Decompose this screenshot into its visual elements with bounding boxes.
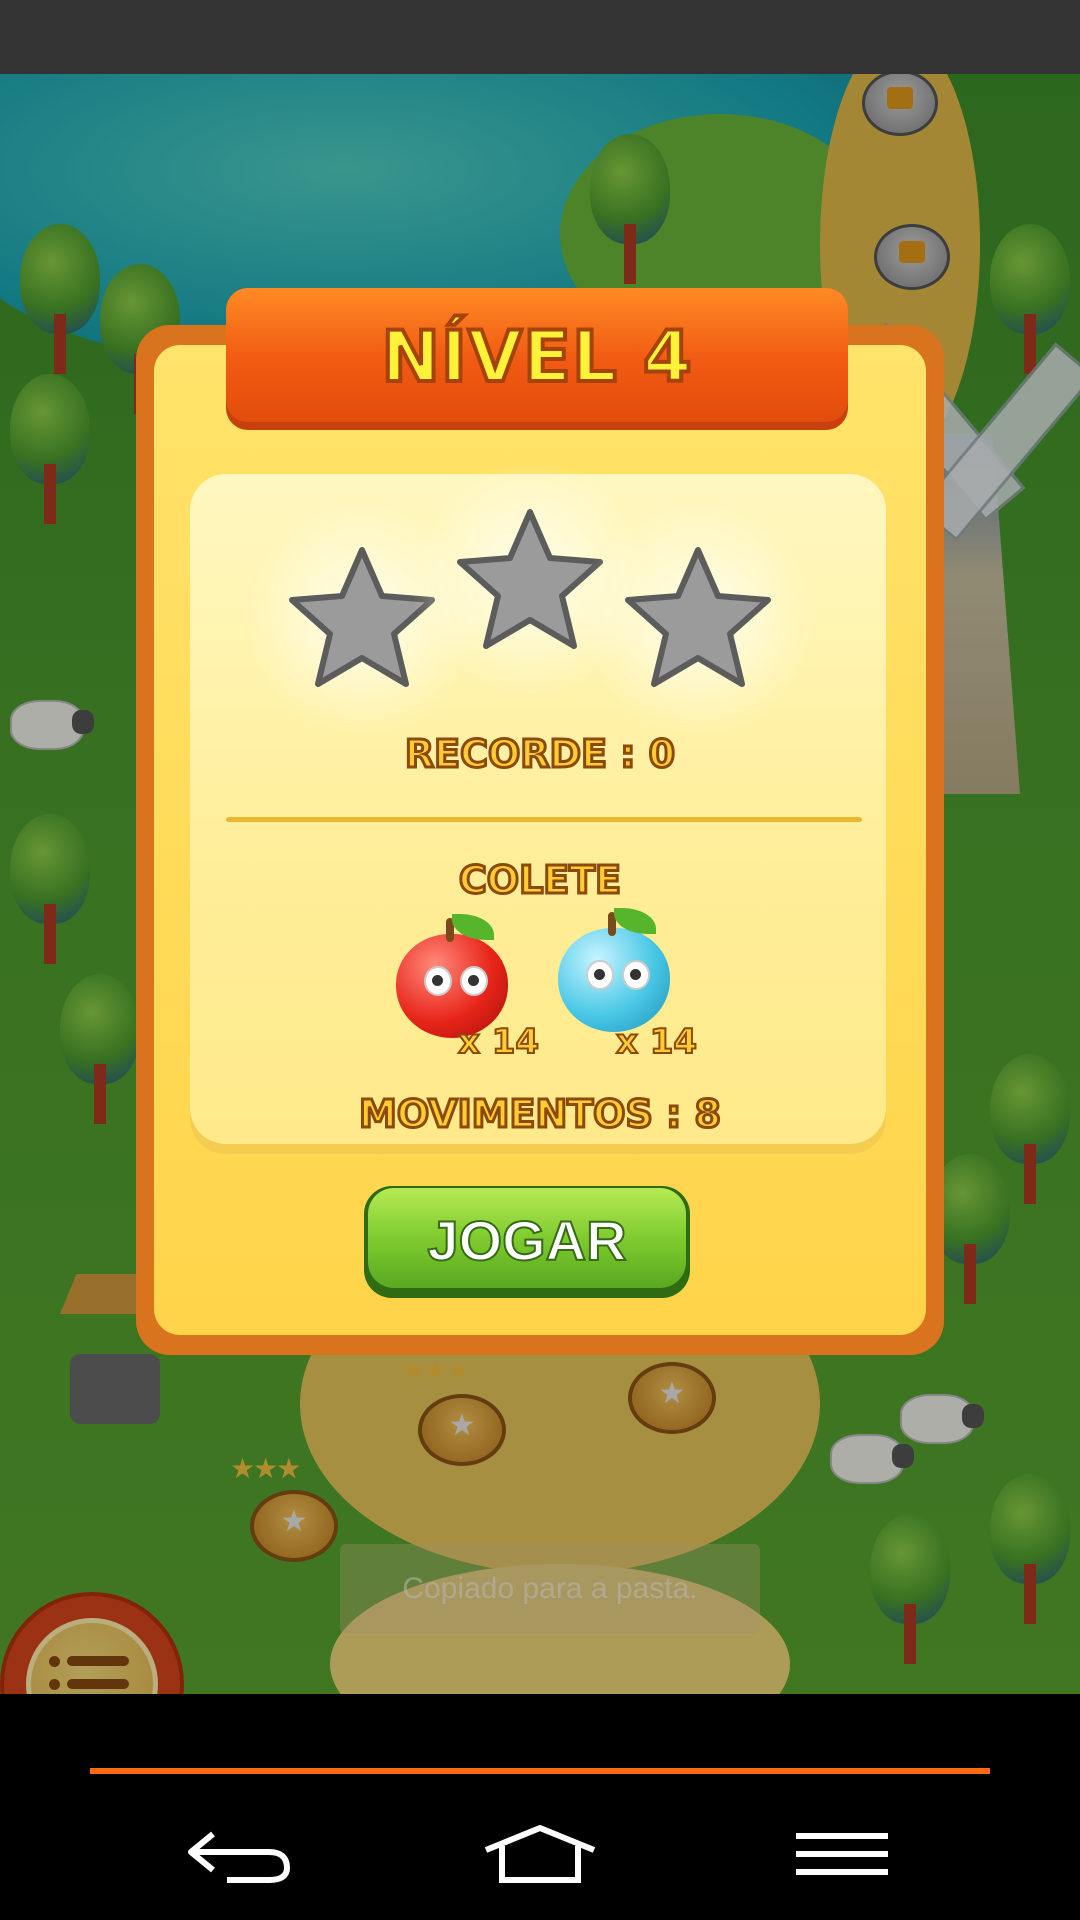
target-count: x 14 (615, 1021, 698, 1063)
home-icon (484, 1825, 596, 1883)
nav-accent-line (90, 1768, 990, 1774)
level-title: NÍVEL 4 (379, 314, 693, 400)
blue-fruit-icon (558, 908, 678, 1038)
back-arrow-icon (188, 1831, 291, 1883)
play-button[interactable]: JOGAR (364, 1186, 690, 1298)
collect-label: COLETE (457, 857, 622, 904)
menu-lines-icon (796, 1833, 888, 1875)
status-bar (0, 0, 1080, 74)
play-button-label: JOGAR (426, 1208, 627, 1273)
record-label: RECORDE : 0 (403, 731, 676, 778)
recents-button[interactable] (772, 1804, 912, 1904)
back-button[interactable] (168, 1804, 308, 1904)
star-icon (578, 498, 818, 738)
target-count: x 14 (457, 1021, 540, 1063)
divider (226, 817, 862, 822)
home-button[interactable] (470, 1804, 610, 1904)
navigation-bar (0, 1694, 1080, 1920)
title-banner: NÍVEL 4 (226, 288, 848, 430)
moves-label: MOVIMENTOS : 8 (358, 1091, 723, 1138)
